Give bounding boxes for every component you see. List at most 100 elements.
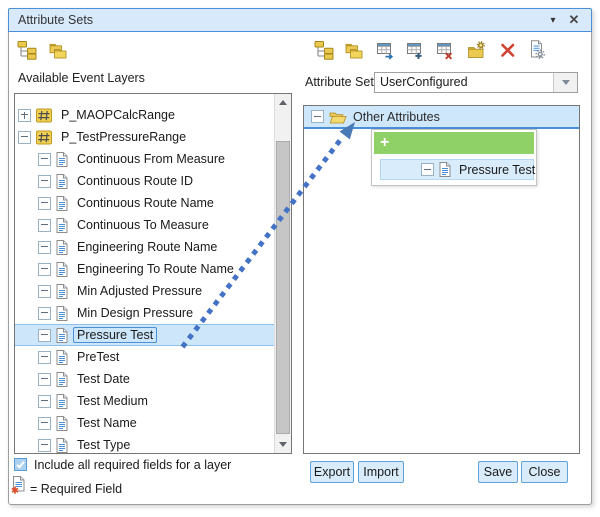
tree-item-test-type[interactable]: Test Type — [15, 434, 274, 453]
add-layer-tree-icon[interactable] — [16, 39, 38, 61]
add-layer-tree-icon[interactable] — [313, 39, 335, 61]
available-layers-panel: P_MAOPCalcRange P_TestPressureRange Contin… — [14, 93, 292, 454]
close-button[interactable]: Close — [521, 461, 568, 483]
tree-item-label: Continuous From Measure — [73, 151, 229, 167]
field-document-icon — [56, 416, 68, 431]
attribute-set-value: UserConfigured — [375, 73, 553, 92]
attribute-set-select[interactable]: UserConfigured — [374, 72, 578, 93]
vertical-scrollbar[interactable] — [274, 94, 291, 453]
field-document-icon — [56, 196, 68, 211]
field-document-icon — [56, 394, 68, 409]
tree-item-label: P_TestPressureRange — [57, 129, 190, 145]
collapse-box-icon[interactable] — [38, 285, 51, 298]
tree-item-p-maopcalcrange[interactable]: P_MAOPCalcRange — [15, 104, 274, 126]
collapse-box-icon[interactable] — [38, 263, 51, 276]
delete-table-icon[interactable] — [434, 39, 456, 61]
field-document-icon — [56, 284, 68, 299]
collapse-box-icon[interactable] — [38, 307, 51, 320]
field-document-icon — [439, 162, 451, 177]
window-title: Attribute Sets — [18, 13, 93, 27]
event-layer-icon — [36, 130, 52, 145]
tree-item-continuous-from-measure[interactable]: Continuous From Measure — [15, 148, 274, 170]
open-folders-icon[interactable] — [343, 39, 365, 61]
tree-item-label: Continuous To Measure — [73, 217, 213, 233]
tree-item-engineering-to-route-name[interactable]: Engineering To Route Name — [15, 258, 274, 280]
chevron-down-icon — [562, 80, 570, 85]
export-button[interactable]: Export — [310, 461, 354, 483]
scroll-down-button[interactable] — [275, 436, 291, 453]
expand-box-icon[interactable] — [18, 109, 31, 122]
tree-item-label: Test Medium — [73, 393, 152, 409]
required-field-legend: = Required Field — [30, 482, 122, 496]
include-required-fields-label: Include all required fields for a layer — [34, 458, 231, 472]
tree-item-label: Other Attributes — [353, 110, 440, 124]
field-document-icon — [56, 240, 68, 255]
tree-item-pressure-test[interactable]: Pressure Test — [15, 324, 274, 346]
window-menu-button[interactable]: ▾ — [544, 15, 562, 26]
tree-item-label: Min Adjusted Pressure — [73, 283, 206, 299]
collapse-box-icon[interactable] — [38, 153, 51, 166]
open-folders-icon[interactable] — [47, 39, 69, 61]
field-document-icon — [56, 372, 68, 387]
tree-item-continuous-route-name[interactable]: Continuous Route Name — [15, 192, 274, 214]
collapse-box-icon[interactable] — [38, 241, 51, 254]
tree-item-other-attributes[interactable]: Other Attributes — [304, 106, 579, 129]
tree-item-test-medium[interactable]: Test Medium — [15, 390, 274, 412]
tree-item-label: Continuous Route Name — [73, 195, 218, 211]
collapse-box-icon[interactable] — [18, 131, 31, 144]
tree-item-test-date[interactable]: Test Date — [15, 368, 274, 390]
close-icon[interactable]: ✕ — [566, 12, 582, 28]
scrollbar-thumb[interactable] — [276, 141, 290, 434]
field-document-icon — [56, 218, 68, 233]
collapse-box-icon[interactable] — [38, 373, 51, 386]
collapse-box-icon[interactable] — [38, 329, 51, 342]
collapse-box-icon[interactable] — [38, 351, 51, 364]
event-layers-tree: P_MAOPCalcRange P_TestPressureRange Contin… — [15, 94, 274, 453]
collapse-box-icon[interactable] — [311, 110, 324, 123]
tree-item-label: Test Name — [73, 415, 141, 431]
drag-preview: + Pressure Test — [371, 129, 537, 186]
event-layer-icon — [36, 108, 52, 123]
collapse-box-icon[interactable] — [38, 395, 51, 408]
triangle-down-icon — [279, 442, 287, 447]
collapse-box-icon[interactable] — [38, 417, 51, 430]
tree-item-label: Min Design Pressure — [73, 305, 197, 321]
delete-icon[interactable] — [497, 39, 519, 61]
tree-item-label: Continuous Route ID — [73, 173, 197, 189]
add-table-icon[interactable] — [404, 39, 426, 61]
tree-item-continuous-to-measure[interactable]: Continuous To Measure — [15, 214, 274, 236]
tree-item-engineering-route-name[interactable]: Engineering Route Name — [15, 236, 274, 258]
tree-item-test-name[interactable]: Test Name — [15, 412, 274, 434]
tree-item-pretest[interactable]: PreTest — [15, 346, 274, 368]
export-table-icon[interactable] — [374, 39, 396, 61]
collapse-box-icon[interactable] — [38, 439, 51, 452]
tree-item-label: P_MAOPCalcRange — [57, 107, 179, 123]
collapse-box-icon — [421, 163, 434, 176]
new-attribute-set-folder-icon[interactable] — [465, 39, 487, 61]
scroll-up-button[interactable] — [275, 94, 291, 111]
tree-item-label: Pressure Test — [73, 327, 157, 343]
tree-item-label: PreTest — [73, 349, 123, 365]
tree-item-min-adjusted-pressure[interactable]: Min Adjusted Pressure — [15, 280, 274, 302]
triangle-up-icon — [279, 100, 287, 105]
tree-item-continuous-route-id[interactable]: Continuous Route ID — [15, 170, 274, 192]
field-document-icon — [56, 306, 68, 321]
tree-item-p-testpressurerange[interactable]: P_TestPressureRange — [15, 126, 274, 148]
document-settings-icon[interactable] — [526, 39, 548, 61]
field-document-icon — [56, 438, 68, 453]
attribute-sets-dialog: Attribute Sets ▾ ✕ Available Event Layer… — [8, 8, 592, 505]
collapse-box-icon[interactable] — [38, 219, 51, 232]
save-button[interactable]: Save — [478, 461, 518, 483]
drag-preview-item: Pressure Test — [380, 159, 534, 180]
tree-item-label: Engineering Route Name — [73, 239, 221, 255]
tree-item-min-design-pressure[interactable]: Min Design Pressure — [15, 302, 274, 324]
dropdown-arrow-button[interactable] — [553, 73, 577, 92]
tree-item-label: Engineering To Route Name — [73, 261, 238, 277]
drop-add-indicator: + — [374, 132, 534, 154]
import-button[interactable]: Import — [358, 461, 404, 483]
collapse-box-icon[interactable] — [38, 197, 51, 210]
include-required-fields-checkbox[interactable] — [14, 458, 27, 471]
open-folder-icon — [329, 110, 347, 124]
titlebar[interactable]: Attribute Sets ▾ ✕ — [8, 8, 592, 32]
collapse-box-icon[interactable] — [38, 175, 51, 188]
